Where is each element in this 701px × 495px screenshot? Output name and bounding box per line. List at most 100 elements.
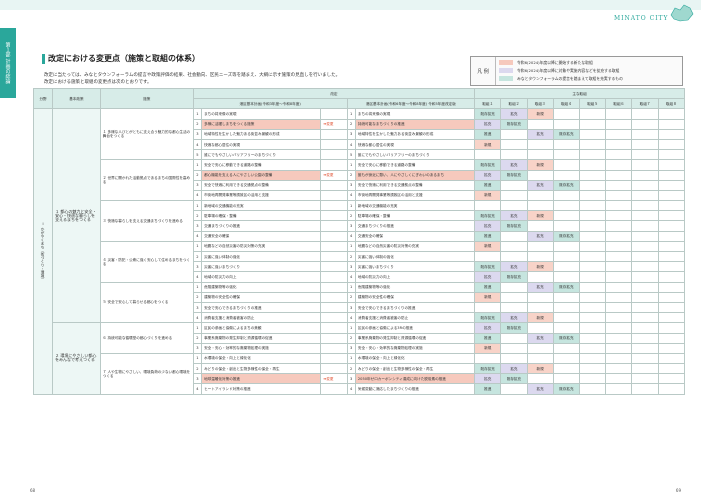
row-number: 3 xyxy=(192,373,203,385)
torikumi-cell xyxy=(605,240,633,253)
row-number: 1 xyxy=(346,240,356,253)
torikumi-cell: 拡充 xyxy=(526,383,554,395)
torikumi-cell xyxy=(605,200,633,212)
legend-box: 凡 例 令和6(2024)年度以降に開始する新たな取組 令和6(2024)年度以… xyxy=(470,56,683,86)
torikumi-cell xyxy=(578,189,607,202)
table-row: ４ 災害・防犯・公衆に強く安心して住めるまちをつくる 1 地震などの自然災害の防災対… xyxy=(34,240,686,283)
torikumi-cell xyxy=(631,342,659,354)
torikumi-cell: 拡充 xyxy=(500,312,528,324)
torikumi-cell xyxy=(605,159,633,171)
row-number: 2 xyxy=(346,210,356,222)
torikumi-cell xyxy=(657,271,686,283)
torikumi-cell xyxy=(578,352,607,365)
torikumi-cell xyxy=(552,189,580,202)
before-item: ヒートアイランド対策の推進 xyxy=(201,383,322,395)
row-number: 4 xyxy=(192,230,203,242)
torikumi-cell: 既存拡充 xyxy=(552,179,580,191)
row-number: 3 xyxy=(346,128,356,140)
torikumi-cell: 新規 xyxy=(526,363,554,375)
change-arrow xyxy=(320,149,348,161)
change-arrow xyxy=(320,383,348,395)
torikumi-cell xyxy=(657,363,686,375)
after-item: 気候変動に適応したまちづくりの推進 xyxy=(354,383,476,395)
torikumi-cell: 新規 xyxy=(474,138,502,151)
torikumi-cell xyxy=(631,138,659,151)
torikumi-cell xyxy=(526,169,554,181)
row-number: 1 xyxy=(192,200,203,212)
torikumi-cell: 既存拡充 xyxy=(552,383,580,395)
torikumi-cell xyxy=(578,149,607,161)
torikumi-cell xyxy=(578,383,607,395)
legend-text: みなとタウンフォーラムの提言を踏まえて取組を充実するもの xyxy=(517,76,623,81)
measure-cell: ６ 持続可能な循環型の都心づくりを進める xyxy=(99,322,194,354)
torikumi-cell xyxy=(578,108,607,120)
torikumi-cell xyxy=(500,383,528,395)
torikumi-cell xyxy=(631,108,659,120)
torikumi-cell xyxy=(526,352,554,365)
before-item: 市街地再開発事業等誘致区の活用と支援 xyxy=(201,189,322,202)
row-number: 1 xyxy=(346,108,356,120)
torikumi-cell xyxy=(526,240,554,253)
page-title: 改定における変更点（施策と取組の体系） xyxy=(42,54,200,64)
torikumi-cell xyxy=(657,210,686,222)
change-arrow xyxy=(320,281,348,293)
torikumi-cell xyxy=(605,322,633,334)
row-number: 1 xyxy=(192,322,203,334)
torikumi-cell xyxy=(657,240,686,253)
legend-swatch xyxy=(499,60,513,65)
before-item: 区民の参画と協働によるまちの美観 xyxy=(201,322,322,334)
after-item: 快適な都心居住の実現 xyxy=(354,138,476,151)
row-number: 1 xyxy=(192,281,203,293)
torikumi-cell xyxy=(552,220,580,232)
row-number: 4 xyxy=(192,189,203,202)
header-tk: 取組３ xyxy=(526,98,554,110)
torikumi-cell: 拡充 xyxy=(474,118,502,130)
torikumi-cell xyxy=(605,281,633,293)
torikumi-cell: 新規 xyxy=(474,189,502,202)
torikumi-cell xyxy=(657,383,686,395)
torikumi-cell xyxy=(605,108,633,120)
torikumi-cell xyxy=(631,261,659,273)
torikumi-cell xyxy=(605,179,633,191)
before-item: 新地域の交通機能の充実 xyxy=(201,200,322,212)
change-arrow: ➡変更 xyxy=(320,118,348,130)
after-item: 危険建築物等の強化 xyxy=(354,281,476,293)
torikumi-cell xyxy=(552,342,580,354)
row-number: 5 xyxy=(192,149,203,161)
torikumi-cell xyxy=(657,322,686,334)
before-item: 危険建築物等の強化 xyxy=(201,281,322,293)
torikumi-cell xyxy=(657,332,686,344)
torikumi-cell xyxy=(657,159,686,171)
change-arrow: ➡変更 xyxy=(320,373,348,385)
torikumi-cell: 既存拡充 xyxy=(552,281,580,293)
torikumi-cell xyxy=(605,373,633,385)
before-item: 安全で快適に利用できる交通拠点の整備 xyxy=(201,179,322,191)
torikumi-cell xyxy=(552,301,580,314)
header-tk: 取組２ xyxy=(500,98,528,110)
torikumi-cell xyxy=(500,250,528,263)
torikumi-cell: 既存拡充 xyxy=(500,271,528,283)
legend-row: 令和6(2024)年度以降に開始する新たな取組 xyxy=(499,59,593,66)
policy-table: 分野 基本政策 施策 改定 主な取組 港区基本計画(令和3年度〜令和8年度) 港… xyxy=(32,87,686,395)
torikumi-cell: 既存拡充 xyxy=(474,312,502,324)
torikumi-cell xyxy=(631,149,659,161)
torikumi-cell xyxy=(631,363,659,375)
torikumi-cell xyxy=(605,189,633,202)
change-arrow xyxy=(320,363,348,375)
row-number: 2 xyxy=(346,169,356,181)
torikumi-cell xyxy=(500,281,528,293)
row-number: 1 xyxy=(192,108,203,120)
torikumi-cell xyxy=(474,149,502,161)
row-number: 4 xyxy=(346,189,356,202)
torikumi-cell xyxy=(631,240,659,253)
torikumi-cell: 拡充 xyxy=(474,373,502,385)
torikumi-cell: 拡充 xyxy=(474,169,502,181)
header-bunya: 分野 xyxy=(32,87,54,110)
torikumi-cell xyxy=(526,291,554,303)
torikumi-cell xyxy=(552,322,580,334)
torikumi-cell xyxy=(631,210,659,222)
torikumi-cell: 既存拡充 xyxy=(474,261,502,273)
change-arrow xyxy=(320,128,348,140)
change-arrow xyxy=(320,179,348,191)
torikumi-cell xyxy=(552,169,580,181)
